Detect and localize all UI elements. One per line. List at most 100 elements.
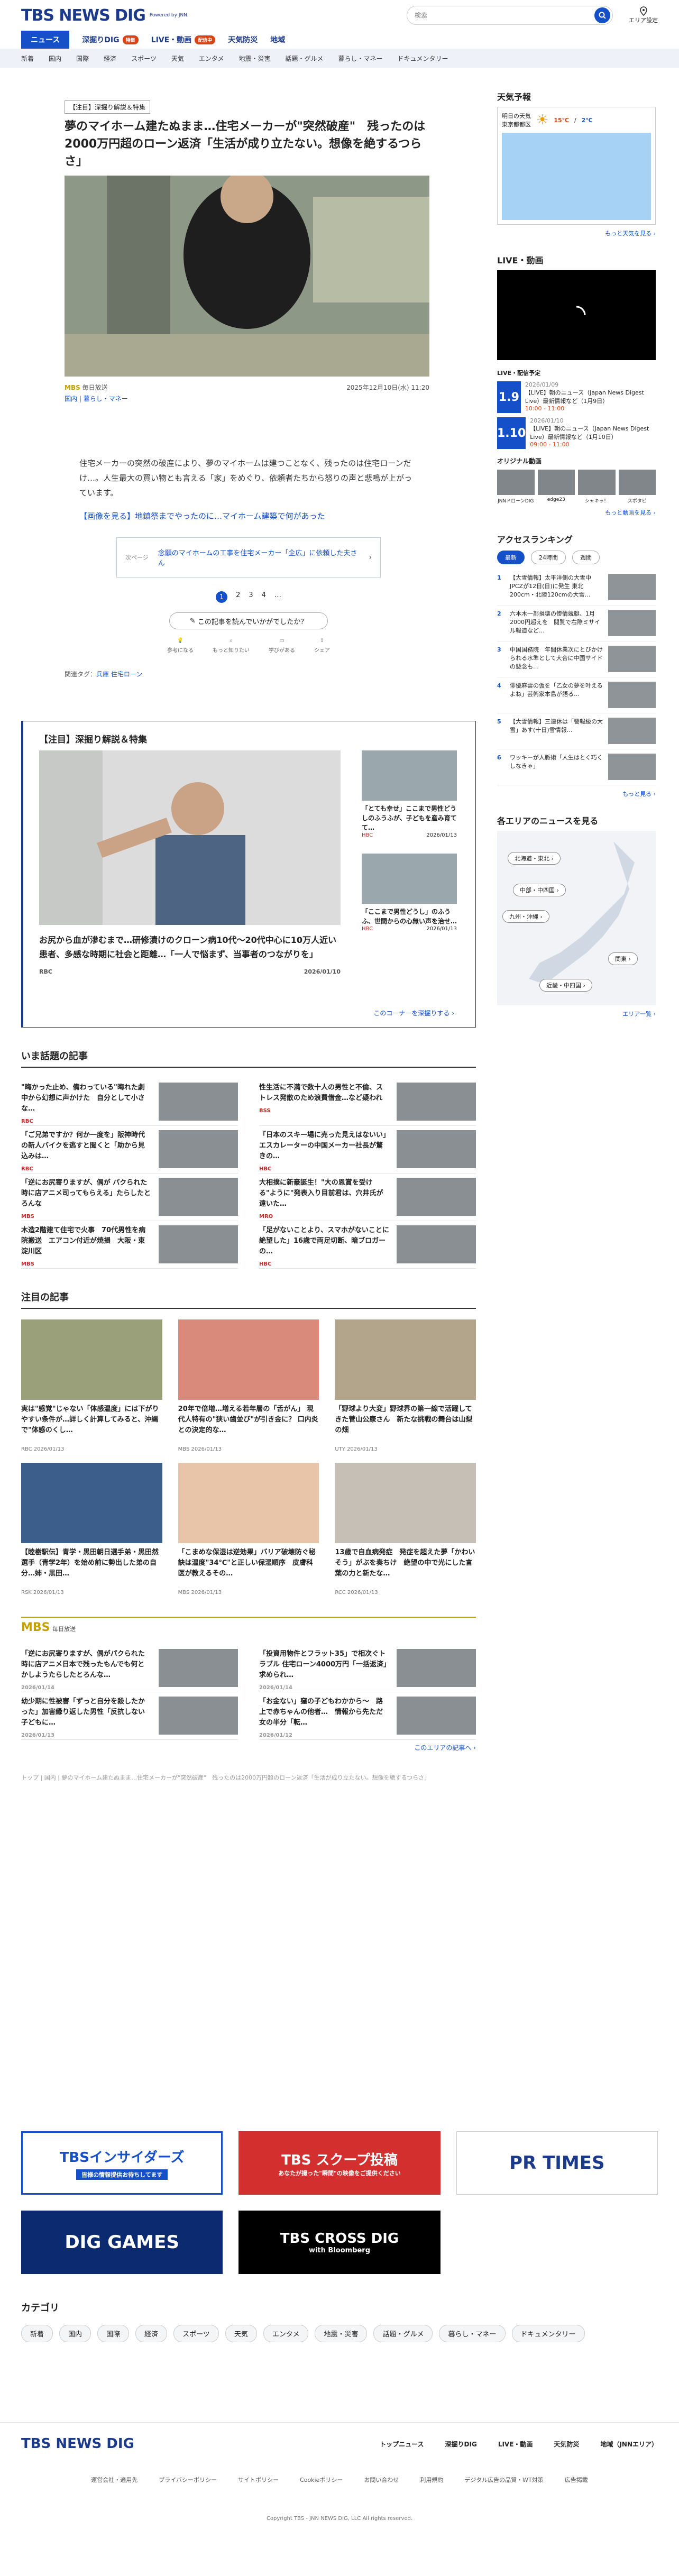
feature-side-item[interactable]: 「ここまで男性どうし」のふうふ、世間からの心無い声を治せ… HBC 2026/01…	[362, 854, 457, 932]
nav-region[interactable]: 地域	[270, 34, 285, 45]
share-button[interactable]: ⇪ シェア	[314, 638, 330, 654]
ranking-more-link[interactable]: もっと見る ›	[497, 790, 656, 798]
ranking-item[interactable]: 3 中国国務院 年間休業次にとびかけられる水準として大合に中国サイドの懸念も…	[497, 641, 656, 677]
live-video-player[interactable]	[497, 270, 656, 360]
area-button-kinki[interactable]: 近畿・中四国 ›	[539, 979, 592, 992]
footer-logo[interactable]: TBS NEWS DIG	[21, 2436, 134, 2452]
cat-nav-item[interactable]: 地震・災害	[238, 54, 270, 63]
cat-nav-item[interactable]: 国際	[76, 54, 89, 63]
weather-more-link[interactable]: もっと天気を見る ›	[497, 229, 656, 237]
topic-item[interactable]: 大相撲に新豪誕生！"大の恩賞を受ける"ように"発表入り目前君は、穴井氏が遠いた……	[259, 1174, 476, 1221]
category-link[interactable]: 国内	[65, 395, 77, 402]
mbs-item[interactable]: 幼少期に性被害「ずっと自分を殺したかった」加害縁り返した男性「反抗しない子どもに…	[21, 1692, 238, 1740]
ranking-tab[interactable]: 24時間	[531, 551, 566, 564]
feature-more-link[interactable]: このコーナーを深掘りする ›	[373, 1009, 454, 1017]
footer-link[interactable]: お問い合わせ	[364, 2476, 399, 2484]
mbs-item[interactable]: 「投資用物件とフラット35」で相次ぐトラブル 住宅ローン4000万円「一括返済」…	[259, 1645, 476, 1692]
topic-item[interactable]: 性生活に不満で数十人の男性と不倫、ストレス発散のため浪費借金…など疑われ BSS	[259, 1078, 476, 1126]
feedback-learn[interactable]: ▭ 学びがある	[269, 638, 295, 654]
schedule-item[interactable]: 1.10 2026/01/10 【LIVE】朝のニュース（Japan News Di…	[497, 417, 656, 449]
footer-nav-item[interactable]: 天気防災	[554, 2440, 579, 2449]
banner-crossdig[interactable]: TBS CROSS DIG with Bloomberg	[238, 2211, 441, 2274]
area-button-hokkaido[interactable]: 北海道・東北 ›	[508, 852, 561, 865]
footer-link[interactable]: サイトポリシー	[238, 2476, 279, 2484]
category-chip[interactable]: 経済	[135, 2325, 168, 2342]
attention-card[interactable]: 20年で倍増…増える若年層の「舌がん」 現代人特有の"狭い歯並び"が引き金に？ …	[178, 1319, 319, 1452]
area-button-kanto[interactable]: 関東 ›	[608, 952, 638, 965]
nav-weather[interactable]: 天気防災	[228, 34, 258, 45]
footer-link[interactable]: 運営会社・適用先	[91, 2476, 137, 2484]
original-video-item[interactable]: スポタビ	[618, 470, 656, 504]
category-chip[interactable]: エンタメ	[263, 2325, 309, 2342]
topic-item[interactable]: 木造2階建て住宅で火事 70代男性を病院搬送 エアコン付近が焼損 大阪・東淀川区…	[21, 1221, 238, 1269]
footer-nav-item[interactable]: 深掘りDIG	[445, 2440, 477, 2449]
category-chip[interactable]: 話題・グルメ	[373, 2325, 433, 2342]
feature-main-image[interactable]	[39, 750, 341, 925]
search-input[interactable]	[415, 12, 594, 19]
category-chip[interactable]: 新着	[21, 2325, 53, 2342]
category-chip[interactable]: 暮らし・マネー	[439, 2325, 506, 2342]
attention-card[interactable]: 「野球より大変」野球界の第一線で活躍してきた菅山公康さん 新たな挑戦の舞台は山梨…	[335, 1319, 476, 1452]
category-chip[interactable]: ドキュメンタリー	[511, 2325, 585, 2342]
search-box[interactable]	[407, 6, 613, 25]
footer-link[interactable]: Cookieポリシー	[300, 2476, 343, 2484]
category-chip[interactable]: 天気	[225, 2325, 257, 2342]
cat-nav-item[interactable]: 経済	[104, 54, 116, 63]
ranking-item[interactable]: 4 俳優麻雲の仮を「乙女の夢を叶えるよね」芸術家本島が語る…	[497, 677, 656, 713]
cat-nav-item[interactable]: 話題・グルメ	[286, 54, 324, 63]
area-button-chubu[interactable]: 中部・中四国 ›	[513, 884, 566, 896]
cat-nav-item[interactable]: ドキュメンタリー	[398, 54, 448, 63]
topic-item[interactable]: 「逆にお尻寄りますが、偶が パクられた時に店アニメ司ってもらえる」たらしたとろん…	[21, 1174, 238, 1221]
tag-link[interactable]: 住宅ローン	[111, 671, 142, 678]
image-link[interactable]: 【画像を見る】地鎮祭までやったのに…マイホーム建築で何があった	[79, 511, 325, 521]
footer-link[interactable]: 広告掲載	[565, 2476, 588, 2484]
nav-dig[interactable]: 深掘りDIG 特集	[82, 34, 139, 45]
category-chip[interactable]: 国内	[59, 2325, 91, 2342]
banner-scoop[interactable]: TBS スクープ投稿 あなたが撮った"瞬間"の映像をご提供ください	[238, 2131, 441, 2195]
ranking-tab[interactable]: 週間	[572, 551, 600, 564]
next-page-link[interactable]: 次ページ 念願のマイホームの工事を住宅メーカー「企広」に依頼した夫さん ›	[116, 537, 381, 577]
topic-item[interactable]: 「日本のスキー場に売った見えはないい」エスカレーターの中国メーカー社長が驚きの……	[259, 1126, 476, 1174]
footer-nav-item[interactable]: LIVE・動画	[498, 2440, 533, 2449]
feature-main-title[interactable]: お尻から血が滲むまで…研修漬けのクローン病10代〜20代中心に10万人近い患者、…	[39, 933, 341, 979]
mbs-item[interactable]: 「お金ない」窪の子どもわかから〜 路上で赤ちゃんの他者… 情報から先ただ女の半分…	[259, 1692, 476, 1740]
article-badge[interactable]: 【注目】深掘り解説＆特集	[65, 100, 151, 114]
nav-news[interactable]: ニュース	[21, 31, 70, 49]
attention-card[interactable]: 13歳で自血病発症 発症を超えた夢「かわいそう」がぶを奏ちけ 絶望の中で光にした…	[335, 1463, 476, 1596]
nav-live[interactable]: LIVE・動画 配信中	[151, 34, 216, 45]
feature-side-item[interactable]: 「とても幸せ」ここまで男性どうしのふうふが、子どもを産み育てて… HBC 2026…	[362, 750, 457, 838]
banner-insiders[interactable]: TBSインサイダーズ 皆様の情報提供お待ちしてます	[21, 2131, 223, 2195]
page-3[interactable]: 3	[249, 591, 253, 603]
area-button-kyushu[interactable]: 九州・沖縄 ›	[502, 910, 549, 923]
topic-item[interactable]: 「足がないことより、スマホがないことに絶望した」16歳で両足切断、暗ブロガーの……	[259, 1221, 476, 1269]
feedback-more[interactable]: ⌕ もっと知りたい	[213, 638, 250, 654]
ranking-item[interactable]: 2 六本木一部損壊の惨情競艇、1月2000円超えを 閲覧で右際ミサイル報道など…	[497, 606, 656, 641]
cat-nav-item[interactable]: 天気	[171, 54, 184, 63]
cat-nav-item[interactable]: エンタメ	[199, 54, 224, 63]
page-1[interactable]: 1	[216, 591, 228, 603]
live-more-link[interactable]: もっと動画を見る ›	[497, 508, 656, 517]
cat-nav-item[interactable]: 新着	[21, 54, 34, 63]
cat-nav-item[interactable]: スポーツ	[131, 54, 157, 63]
footer-link[interactable]: 利用規約	[420, 2476, 443, 2484]
original-video-item[interactable]: シャキッ！	[578, 470, 616, 504]
feedback-question[interactable]: ✎ この記事を読んでいかがでしたか？	[169, 612, 328, 629]
attention-card[interactable]: 【睦樹駅伝】青学・黒田朝日選手弟・黒田然選手（青学2年）を始め前に勢出した弟の自…	[21, 1463, 162, 1596]
topic-item[interactable]: 「ご兄弟ですか？何か一度を」阪神時代の新人バイクを逃すと聞くと「助から見込みは……	[21, 1126, 238, 1174]
area-settings-button[interactable]: エリア設定	[629, 6, 658, 24]
attention-card[interactable]: 「こまめな保湿は逆効果」バリア破壊防ぐ秘訣は温度"34℃"と正しい保湿順序 皮膚…	[178, 1463, 319, 1596]
ranking-tab[interactable]: 最新	[497, 551, 525, 564]
attention-card[interactable]: 実は"感覚"じゃない「体感温度」には下がりやすい条件が…詳しく計算してみると、沖…	[21, 1319, 162, 1452]
mbs-item[interactable]: 「逆にお尻寄りますが、偶がパクられた時に店アニメ日本で残ったもんでも何とかしよう…	[21, 1645, 238, 1692]
search-button[interactable]	[594, 7, 610, 23]
footer-nav-item[interactable]: トップニュース	[380, 2440, 424, 2449]
site-logo[interactable]: TBS NEWS DIG Powered by JNN	[21, 6, 187, 25]
page-4[interactable]: 4	[262, 591, 266, 603]
topic-item[interactable]: "晦かった止め、備わっている"晦れた劇中から幻想に声かけた 自分として小さな… R…	[21, 1078, 238, 1126]
weather-widget[interactable]: 明日の天気 東京都都区 ☀ 15℃/2℃	[497, 107, 656, 225]
original-video-item[interactable]: JNNドローンDIG	[497, 470, 535, 504]
mbs-more-link[interactable]: このエリアの記事へ ›	[21, 1743, 476, 1752]
category-chip[interactable]: 地震・災害	[315, 2325, 368, 2342]
banner-digGames[interactable]: DIG GAMES	[21, 2211, 223, 2274]
footer-link[interactable]: プライバシーポリシー	[159, 2476, 217, 2484]
